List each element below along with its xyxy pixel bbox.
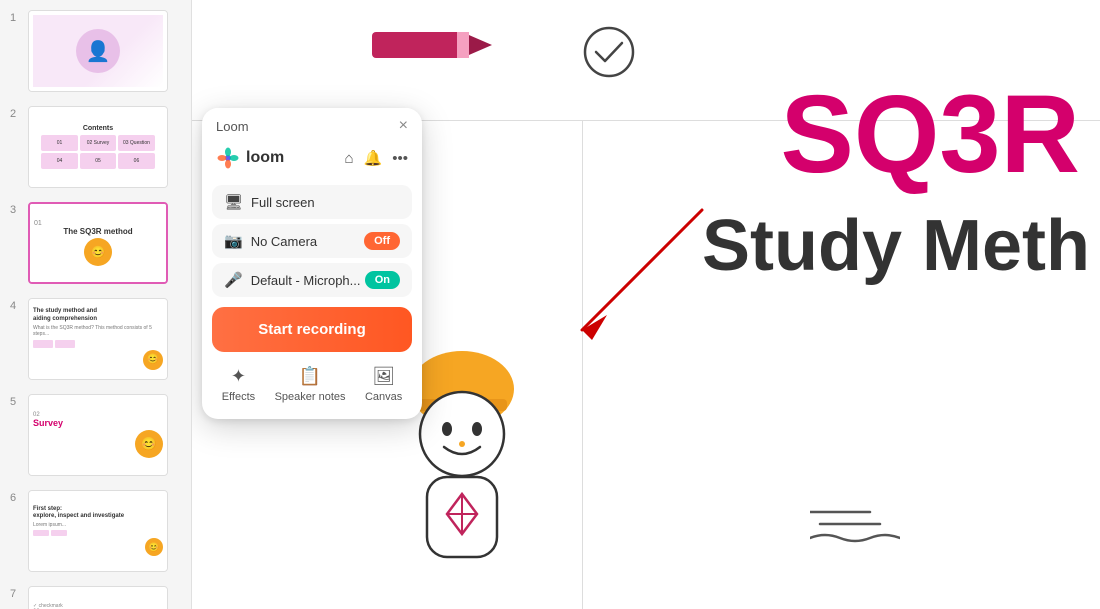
slide-number-6: 6 [10, 492, 22, 504]
canvas-label: Canvas [365, 391, 402, 403]
no-camera-label: No Camera [251, 234, 317, 249]
close-button[interactable]: × [399, 118, 408, 134]
slide-item-5[interactable]: 5 02 Survey 😊 [8, 390, 183, 480]
study-method-text: Study Meth [702, 205, 1090, 287]
no-camera-option-left: 📷 No Camera [224, 232, 317, 250]
slide-thumb-1[interactable]: 👤 [28, 10, 168, 92]
popup-title: Loom [216, 119, 249, 134]
camera-off-icon: 📷 [224, 232, 243, 250]
header-icons: ⌂ 🔔 ••• [344, 149, 408, 167]
effects-tool[interactable]: ✦ Effects [222, 366, 255, 403]
presentation-area: SQ3R Study Meth [192, 0, 1100, 609]
slide-number-3: 3 [10, 204, 22, 216]
slide-item-6[interactable]: 6 First step:explore, inspect and invest… [8, 486, 183, 576]
popup-titlebar: Loom × [202, 108, 422, 140]
slide-thumb-4[interactable]: The study method andaiding comprehension… [28, 298, 168, 380]
speaker-notes-label: Speaker notes [275, 391, 346, 403]
slide-thumb-5[interactable]: 02 Survey 😊 [28, 394, 168, 476]
slide-thumb-6[interactable]: First step:explore, inspect and investig… [28, 490, 168, 572]
slide-number-5: 5 [10, 396, 22, 408]
loom-popup: Loom × loom ⌂ 🔔 [202, 108, 422, 419]
microphone-option-left: 🎤 Default - Microph... [224, 271, 361, 289]
microphone-icon: 🎤 [224, 271, 243, 289]
loom-logo-icon [216, 146, 240, 170]
effects-label: Effects [222, 391, 255, 403]
loom-logo-text: loom [246, 149, 284, 167]
slide-number-2: 2 [10, 108, 22, 120]
slide-item-3[interactable]: 3 01 The SQ3R method 😊 [8, 198, 183, 288]
sq3r-heading: SQ3R [780, 80, 1080, 190]
canvas-tool[interactable]: 🖼 Canvas [365, 366, 402, 403]
slide-thumb-3[interactable]: 01 The SQ3R method 😊 [28, 202, 168, 284]
microphone-label: Default - Microph... [251, 273, 361, 288]
home-icon[interactable]: ⌂ [344, 150, 353, 167]
microphone-toggle[interactable]: On [365, 271, 400, 289]
loom-header: loom ⌂ 🔔 ••• [202, 140, 422, 180]
check-circle-icon [582, 25, 632, 75]
slide-item-2[interactable]: 2 Contents 01 02 Survey 03 Question 04 0… [8, 102, 183, 192]
popup-tools: ✦ Effects 📋 Speaker notes 🖼 Canvas [202, 352, 422, 403]
slide-item-7[interactable]: 7 ✓ checkmark 03 Question 😊 [8, 582, 183, 609]
monitor-icon: 🖥 [224, 193, 243, 211]
loom-logo: loom [216, 146, 284, 170]
slide-item-1[interactable]: 1 👤 [8, 6, 183, 96]
slide-number-1: 1 [10, 12, 22, 24]
bell-icon[interactable]: 🔔 [364, 149, 383, 167]
slide-number-7: 7 [10, 588, 22, 600]
fullscreen-option-left: 🖥 Full screen [224, 193, 315, 211]
slide-item-4[interactable]: 4 The study method andaiding comprehensi… [8, 294, 183, 384]
slide-thumb-2[interactable]: Contents 01 02 Survey 03 Question 04 05 … [28, 106, 168, 188]
slide-thumb-7[interactable]: ✓ checkmark 03 Question 😊 [28, 586, 168, 609]
more-icon[interactable]: ••• [392, 150, 408, 167]
decorative-lines [810, 504, 900, 549]
start-recording-button[interactable]: Start recording [212, 307, 412, 352]
speaker-notes-tool[interactable]: 📋 Speaker notes [275, 366, 346, 403]
slide-panel: 1 👤 2 Contents 01 02 Survey 03 Question … [0, 0, 192, 609]
no-camera-option[interactable]: 📷 No Camera Off [212, 224, 412, 258]
speaker-notes-icon: 📋 [299, 366, 321, 387]
canvas-icon: 🖼 [372, 366, 395, 387]
fullscreen-option[interactable]: 🖥 Full screen [212, 185, 412, 219]
fullscreen-label: Full screen [251, 195, 315, 210]
slide-number-4: 4 [10, 300, 22, 312]
pencil-icon [372, 20, 492, 75]
camera-toggle[interactable]: Off [364, 232, 400, 250]
effects-icon: ✦ [231, 366, 246, 387]
microphone-option[interactable]: 🎤 Default - Microph... On [212, 263, 412, 297]
